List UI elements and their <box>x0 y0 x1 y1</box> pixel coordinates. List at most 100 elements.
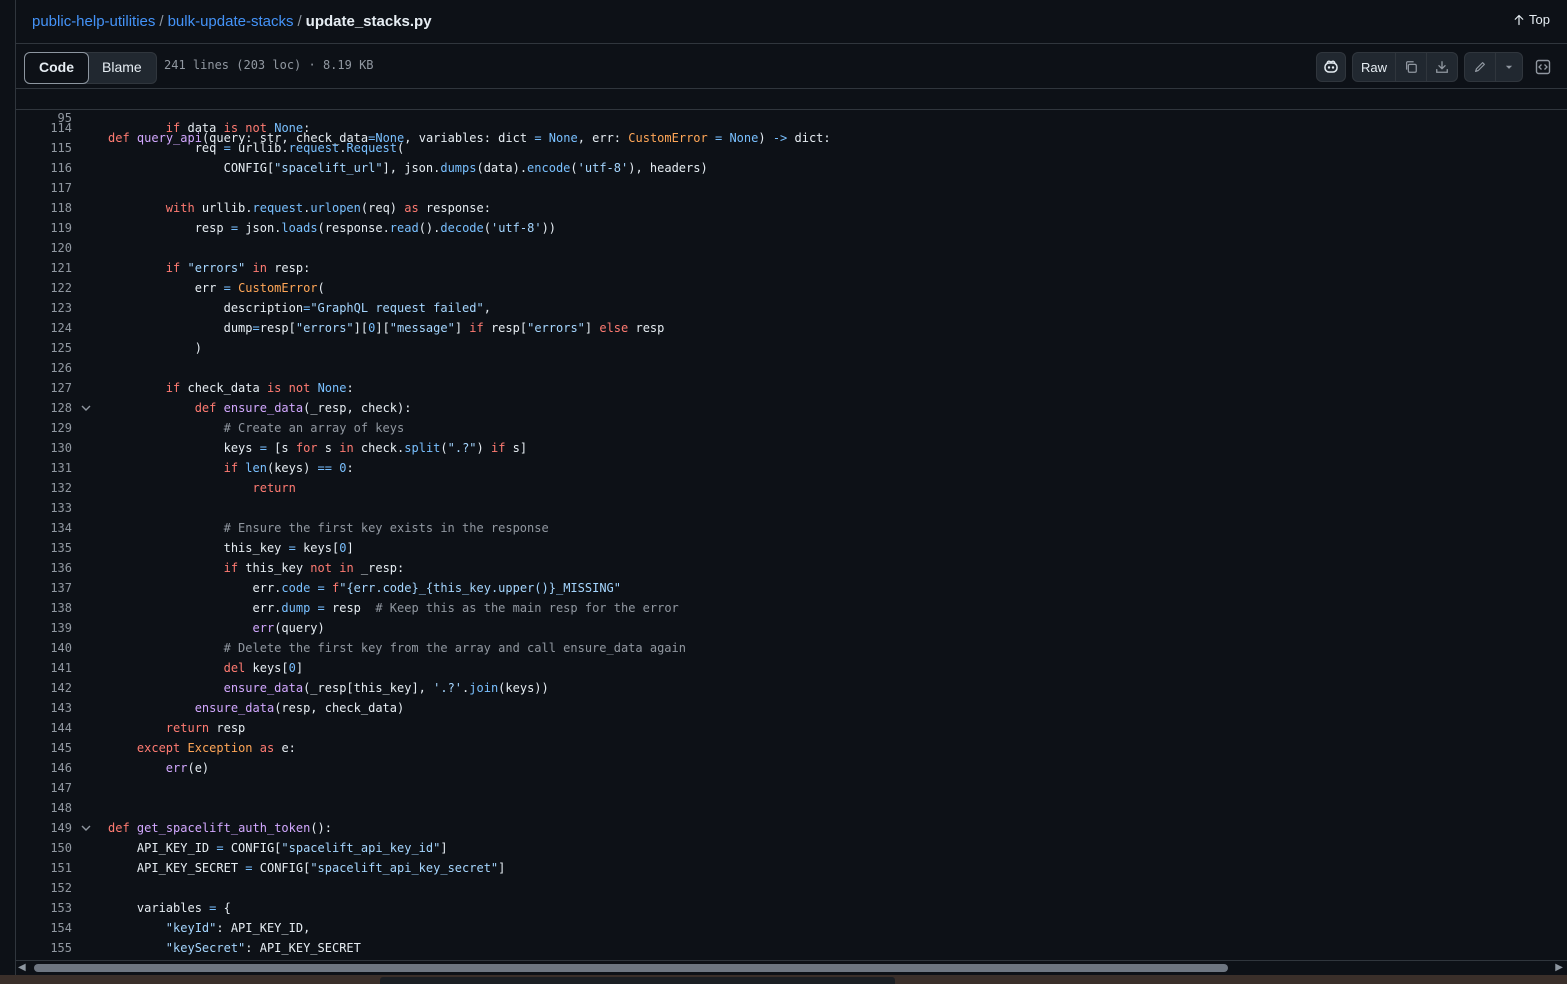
code-line: 133 <box>16 498 1567 518</box>
code-text: API_KEY_SECRET = CONFIG["spacelift_api_k… <box>108 861 506 875</box>
symbols-panel-button[interactable] <box>1529 53 1557 81</box>
code-square-icon <box>1535 59 1551 75</box>
code-text: if this_key not in _resp: <box>223 561 405 575</box>
edit-button[interactable] <box>1465 53 1496 81</box>
code-line: 149 def get_spacelift_auth_token(): <box>16 818 1567 838</box>
code-line: 127 if check_data is not None: <box>16 378 1567 398</box>
code-line: 137 err.code = f"{err.code}_{this_key.up… <box>16 578 1567 598</box>
code-text: return <box>252 481 296 495</box>
code-line: 154 "keyId": API_KEY_ID, <box>16 918 1567 938</box>
code-text: this_key = keys[0] <box>108 541 354 555</box>
code-text: ) <box>108 341 202 355</box>
code-line: 124 dump=resp["errors"][0]["message"] if… <box>16 318 1567 338</box>
code-text: description="GraphQL request failed", <box>108 301 491 315</box>
code-text: # Create an array of keys <box>223 421 405 435</box>
line-number[interactable]: 123 <box>16 298 72 318</box>
line-number[interactable]: 144 <box>16 718 72 738</box>
file-actions: Raw <box>1315 52 1557 82</box>
code-line: 130 keys = [s for s in check.split(".?")… <box>16 438 1567 458</box>
code-line: 152 <box>16 878 1567 898</box>
line-number[interactable]: 150 <box>16 838 72 858</box>
scroll-left-arrow-icon[interactable]: ◀ <box>18 961 26 975</box>
line-number[interactable]: 135 <box>16 538 72 558</box>
breadcrumb-repo-link[interactable]: public-help-utilities <box>32 13 155 30</box>
line-number[interactable]: 151 <box>16 858 72 878</box>
code-line: 125 ) <box>16 338 1567 358</box>
line-number[interactable]: 115 <box>16 138 72 158</box>
code-line: 132 return <box>16 478 1567 498</box>
code-line: 123 description="GraphQL request failed"… <box>16 298 1567 318</box>
line-number[interactable]: 142 <box>16 678 72 698</box>
code-text: variables = { <box>108 901 231 915</box>
line-number[interactable]: 122 <box>16 278 72 298</box>
breadcrumb-dir-link[interactable]: bulk-update-stacks <box>168 13 294 30</box>
line-number[interactable]: 139 <box>16 618 72 638</box>
left-rail <box>0 0 16 984</box>
line-number[interactable]: 138 <box>16 598 72 618</box>
line-number[interactable]: 136 <box>16 558 72 578</box>
line-number[interactable]: 137 <box>16 578 72 598</box>
line-number[interactable]: 146 <box>16 758 72 778</box>
copy-raw-button[interactable] <box>1396 53 1427 81</box>
raw-copy-download-group: Raw <box>1351 52 1458 82</box>
line-number[interactable]: 147 <box>16 778 72 798</box>
line-number[interactable]: 129 <box>16 418 72 438</box>
code-line: 118 with urllib.request.urlopen(req) as … <box>16 198 1567 218</box>
file-viewer: public-help-utilities / bulk-update-stacks… <box>16 0 1567 984</box>
code-text: req = urllib.request.Request( <box>108 141 405 155</box>
copilot-button[interactable] <box>1315 52 1346 82</box>
line-number[interactable]: 124 <box>16 318 72 338</box>
tab-blame[interactable]: Blame <box>88 53 156 83</box>
line-number[interactable]: 152 <box>16 878 72 898</box>
line-number[interactable]: 116 <box>16 158 72 178</box>
code-line: 114 if data is not None: <box>16 118 1567 138</box>
line-number[interactable]: 149 <box>16 818 72 838</box>
code-line: 131 if len(keys) == 0: <box>16 458 1567 478</box>
code-text: def get_spacelift_auth_token(): <box>108 821 332 835</box>
line-number[interactable]: 118 <box>16 198 72 218</box>
top-button[interactable]: Top <box>1513 12 1550 27</box>
line-number[interactable]: 132 <box>16 478 72 498</box>
code-text: # Delete the first key from the array an… <box>223 641 686 655</box>
scroll-right-arrow-icon[interactable]: ▶ <box>1555 961 1563 975</box>
line-number[interactable]: 134 <box>16 518 72 538</box>
line-number[interactable]: 153 <box>16 898 72 918</box>
line-number[interactable]: 120 <box>16 238 72 258</box>
tab-code[interactable]: Code <box>24 52 89 84</box>
edit-dropdown-button[interactable] <box>1496 53 1522 81</box>
taskbar-window[interactable] <box>380 977 895 984</box>
code-line: 126 <box>16 358 1567 378</box>
line-number[interactable]: 117 <box>16 178 72 198</box>
line-number[interactable]: 131 <box>16 458 72 478</box>
line-number[interactable]: 154 <box>16 918 72 938</box>
line-number[interactable]: 128 <box>16 398 72 418</box>
code-line: 145 except Exception as e: <box>16 738 1567 758</box>
copy-icon <box>1406 61 1417 73</box>
line-number[interactable]: 114 <box>16 118 72 138</box>
raw-button[interactable]: Raw <box>1353 53 1396 81</box>
line-number[interactable]: 126 <box>16 358 72 378</box>
line-number[interactable]: 143 <box>16 698 72 718</box>
scrollbar-thumb[interactable] <box>34 964 1228 972</box>
code-line: 144 return resp <box>16 718 1567 738</box>
horizontal-scrollbar[interactable]: ◀ ▶ <box>16 960 1567 975</box>
code-text: "keyId": API_KEY_ID, <box>165 921 311 935</box>
code-view[interactable]: 114 if data is not None: 115 req = urllib… <box>16 110 1567 960</box>
download-button[interactable] <box>1427 53 1457 81</box>
line-number[interactable]: 133 <box>16 498 72 518</box>
line-number[interactable]: 119 <box>16 218 72 238</box>
line-number[interactable]: 121 <box>16 258 72 278</box>
line-number[interactable]: 140 <box>16 638 72 658</box>
line-number[interactable]: 155 <box>16 938 72 958</box>
line-number[interactable]: 148 <box>16 798 72 818</box>
line-number[interactable]: 141 <box>16 658 72 678</box>
line-number[interactable]: 125 <box>16 338 72 358</box>
code-line: 140 # Delete the first key from the arra… <box>16 638 1567 658</box>
line-number[interactable]: 130 <box>16 438 72 458</box>
copilot-icon <box>1324 60 1338 73</box>
code-line: 142 ensure_data(_resp[this_key], '.?'.jo… <box>16 678 1567 698</box>
line-number[interactable]: 145 <box>16 738 72 758</box>
code-line: 146 err(e) <box>16 758 1567 778</box>
code-text: err(query) <box>252 621 325 635</box>
line-number[interactable]: 127 <box>16 378 72 398</box>
